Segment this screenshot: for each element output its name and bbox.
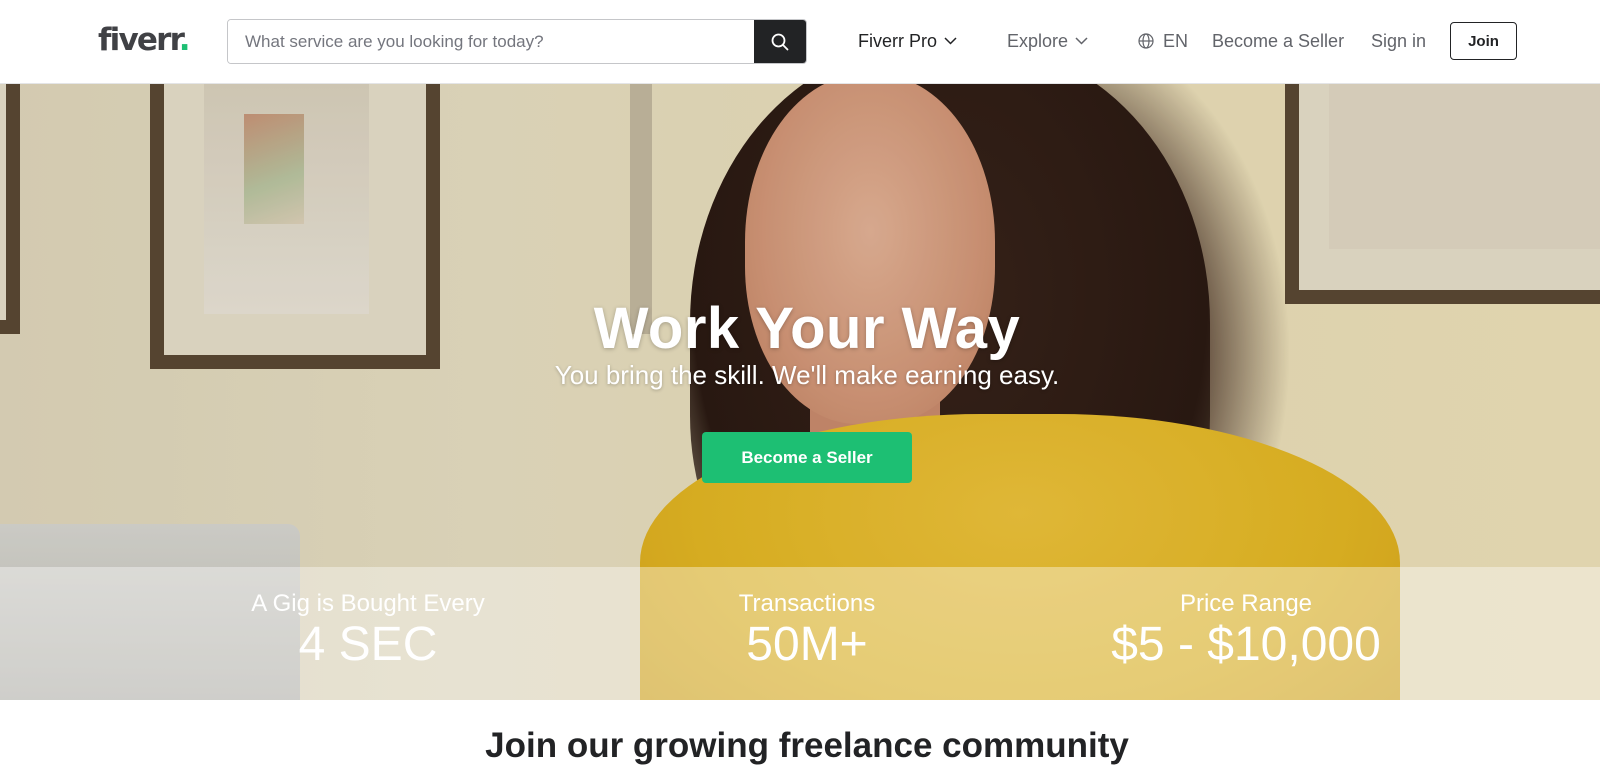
hero-title: Work Your Way [593,296,1021,361]
community-heading: Join our growing freelance community [485,726,1129,765]
nav-language-label: EN [1163,30,1189,51]
fiverr-logo[interactable]: fiverr. [98,20,191,60]
stat-gig-frequency: A Gig is Bought Every 4 SEC [168,567,568,671]
stat-value: 4 SEC [298,618,438,671]
logo-text: fiverr [98,22,180,58]
stat-value: 50M+ [746,618,868,671]
nav-become-seller-label: Become a Seller [1212,30,1345,51]
become-seller-button-label: Become a Seller [741,447,873,467]
chevron-down-icon [1075,37,1088,45]
nav-fiverr-pro-label: Fiverr Pro [858,30,938,51]
top-header: fiverr. Fiverr Pro Explore EN Become a S… [0,0,1600,84]
stat-value: $5 - $10,000 [1111,618,1381,671]
nav-sign-in-label: Sign in [1371,30,1427,51]
nav-become-seller[interactable]: Become a Seller [1212,0,1344,82]
hero-subtitle: You bring the skill. We'll make earning … [554,360,1060,390]
stats-bar: A Gig is Bought Every 4 SEC Transactions… [0,567,1600,700]
globe-icon [1138,33,1154,49]
chevron-down-icon [944,37,957,45]
nav-explore[interactable]: Explore [1007,0,1088,82]
logo-dot: . [178,22,191,58]
search-input[interactable] [228,20,754,63]
nav-language[interactable]: EN [1138,0,1188,82]
search-bar [227,19,807,64]
nav-explore-label: Explore [1007,30,1069,51]
search-button[interactable] [754,20,806,63]
stat-transactions: Transactions 50M+ [607,567,1007,671]
join-button-label: Join [1468,32,1499,50]
stat-label: Transactions [738,590,876,617]
stat-label: Price Range [1179,590,1313,617]
become-seller-button[interactable]: Become a Seller [702,432,912,483]
stat-price-range: Price Range $5 - $10,000 [1046,567,1446,671]
nav-sign-in[interactable]: Sign in [1371,0,1426,82]
nav-fiverr-pro[interactable]: Fiverr Pro [858,0,957,82]
stat-label: A Gig is Bought Every [251,590,485,617]
search-icon [771,33,789,50]
join-button[interactable]: Join [1450,22,1517,60]
hero-section: Work Your Way You bring the skill. We'll… [0,84,1600,700]
